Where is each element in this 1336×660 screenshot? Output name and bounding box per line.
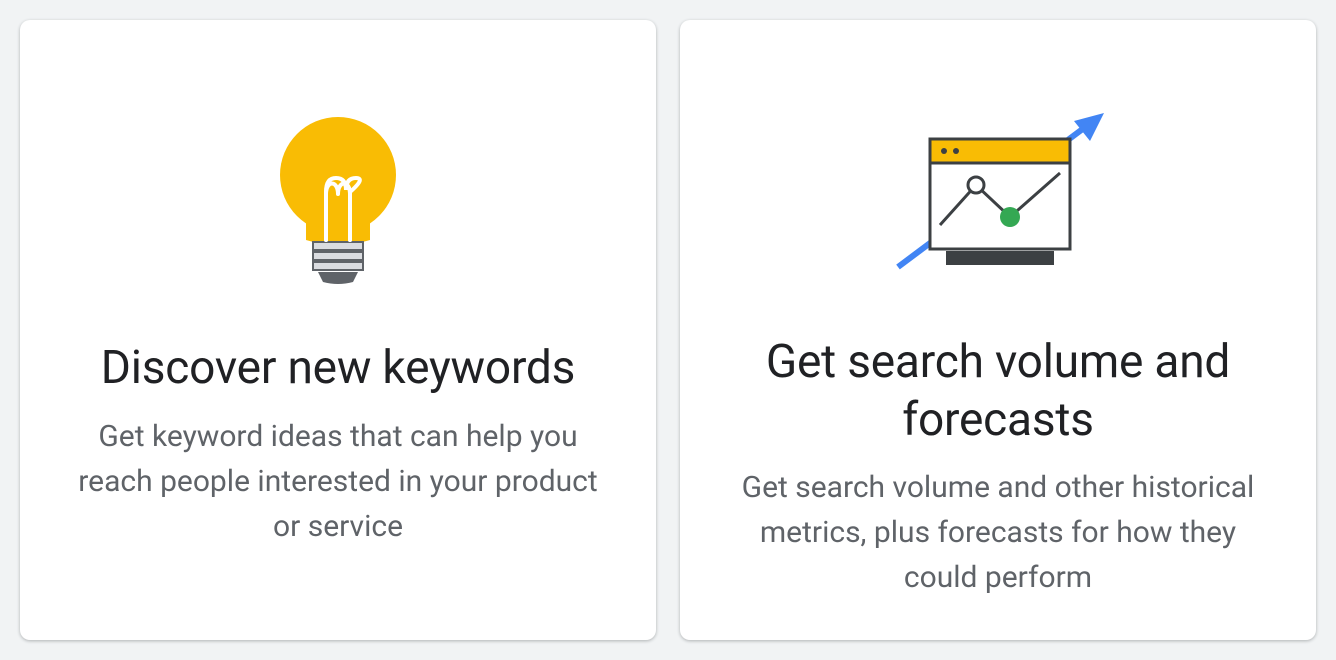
card-description: Get keyword ideas that can help you reac… xyxy=(78,414,598,549)
chart-icon xyxy=(868,60,1128,334)
search-volume-card[interactable]: Get search volume and forecasts Get sear… xyxy=(680,20,1316,640)
card-description: Get search volume and other historical m… xyxy=(738,465,1258,600)
card-title: Get search volume and forecasts xyxy=(730,334,1266,449)
lightbulb-icon xyxy=(258,60,418,340)
discover-keywords-card[interactable]: Discover new keywords Get keyword ideas … xyxy=(20,20,656,640)
card-title: Discover new keywords xyxy=(101,340,575,398)
